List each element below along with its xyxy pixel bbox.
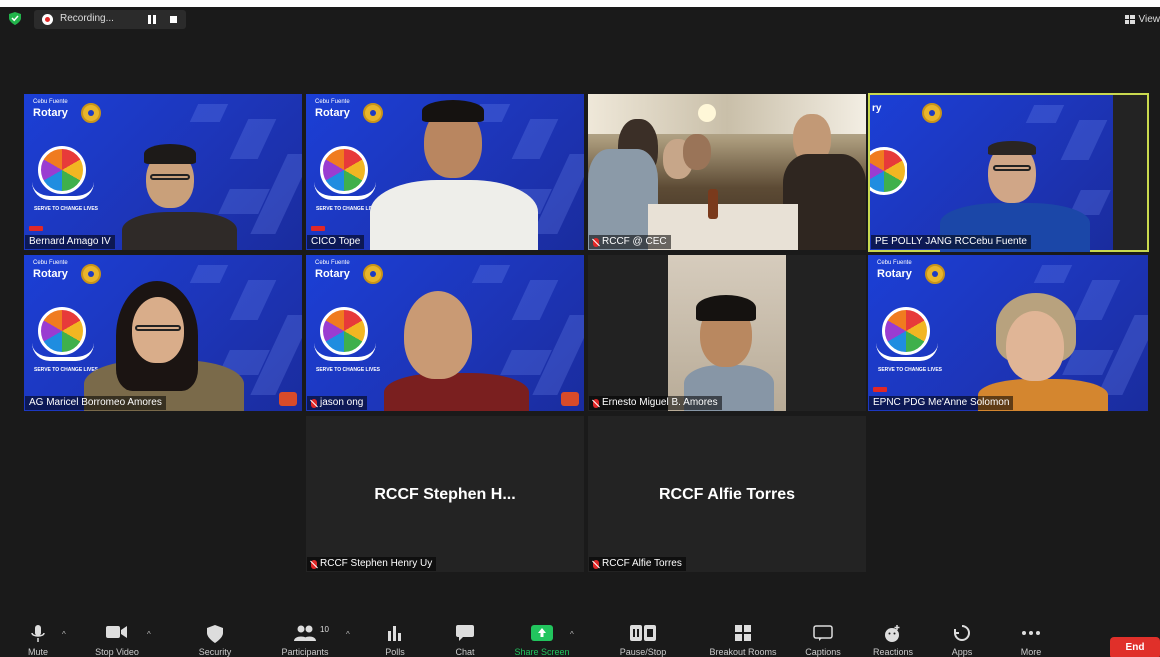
muted-mic-icon xyxy=(593,398,599,408)
security-button[interactable]: Security xyxy=(180,615,250,657)
hand-icon xyxy=(876,343,938,361)
rotary-wheel-icon xyxy=(363,264,383,284)
video-tile[interactable]: RCCF @ CEC xyxy=(588,94,866,250)
polls-button[interactable]: Polls xyxy=(360,615,430,657)
more-dots-icon xyxy=(1022,631,1040,635)
participant-display-name: RCCF Alfie Torres xyxy=(658,486,795,503)
slogan-text: SERVE TO CHANGE LIVES xyxy=(34,367,98,373)
participant-name-tag: RCCF @ CEC xyxy=(589,235,671,249)
share-screen-icon xyxy=(531,625,553,641)
participant-name-tag: CICO Tope xyxy=(307,235,365,249)
recording-indicator: Recording... xyxy=(34,10,186,29)
participants-icon xyxy=(294,625,316,641)
hand-icon xyxy=(32,182,94,200)
video-tile[interactable]: Cebu Fuente Rotary SERVE TO CHANGE LIVES… xyxy=(24,94,302,250)
muted-mic-icon xyxy=(593,237,599,247)
view-label: View xyxy=(1138,13,1160,25)
participants-options-caret[interactable]: ^ xyxy=(346,630,350,639)
brand-badge xyxy=(279,392,297,406)
captions-icon xyxy=(813,625,833,641)
participant-name-tag: Ernesto Miguel B. Amores xyxy=(589,396,722,410)
rotary-logo: Cebu Fuente Rotary xyxy=(315,99,383,129)
top-bar: Recording... View xyxy=(0,7,1160,31)
more-button[interactable]: More xyxy=(996,615,1066,657)
rotary-wheel-icon xyxy=(81,103,101,123)
video-tile-active-speaker[interactable]: ry PE POLLY JANG RCCebu Fuente xyxy=(868,93,1149,252)
grid-view-icon xyxy=(1124,14,1135,24)
video-tile[interactable]: Cebu Fuente Rotary SERVE TO CHANGE LIVES… xyxy=(24,255,302,411)
pause-recording-icon[interactable] xyxy=(147,15,157,24)
participant-name-tag: RCCF Stephen Henry Uy xyxy=(307,557,437,571)
video-tile[interactable]: Cebu Fuente Rotary SERVE TO CHANGE LIVES… xyxy=(306,255,584,411)
share-options-caret[interactable]: ^ xyxy=(570,630,574,639)
chat-button[interactable]: Chat xyxy=(430,615,500,657)
rotary-logo: Cebu Fuente Rotary xyxy=(33,99,101,129)
globe-icon xyxy=(870,147,907,195)
chat-bubble-icon xyxy=(456,625,474,641)
host-badge xyxy=(873,387,887,392)
participants-button[interactable]: 10 Participants xyxy=(270,615,340,657)
rotary-wheel-icon xyxy=(81,264,101,284)
zoom-meeting-window: Recording... View Cebu Fuente Rotary SER… xyxy=(0,7,1160,657)
participant-video xyxy=(668,255,786,411)
participant-display-name: RCCF Stephen H... xyxy=(374,486,516,503)
mute-options-caret[interactable]: ^ xyxy=(62,630,66,639)
brand-badge xyxy=(561,392,579,406)
participant-name-tag: AG Maricel Borromeo Amores xyxy=(25,396,166,410)
muted-mic-icon xyxy=(311,559,317,569)
polls-icon xyxy=(388,626,401,641)
slogan-text: SERVE TO CHANGE LIVES xyxy=(316,367,380,373)
view-button[interactable]: View xyxy=(1124,10,1160,28)
slogan-text: SERVE TO CHANGE LIVES xyxy=(878,367,942,373)
participant-name-tag: jason ong xyxy=(307,396,368,410)
recording-dot-icon xyxy=(42,14,53,25)
breakout-rooms-button[interactable]: Breakout Rooms xyxy=(708,615,778,657)
meeting-toolbar: Mute ^ Stop Video ^ Security 10 Particip… xyxy=(0,615,1160,657)
share-screen-button[interactable]: Share Screen xyxy=(507,615,577,657)
slogan-text: SERVE TO CHANGE LIVES xyxy=(34,206,98,212)
muted-mic-icon xyxy=(311,398,317,408)
rotary-logo: Cebu Fuente Rotary xyxy=(33,260,101,290)
participants-count: 10 xyxy=(320,625,329,634)
hand-icon xyxy=(314,182,376,200)
participant-name-tag: PE POLLY JANG RCCebu Fuente xyxy=(871,235,1031,249)
video-tile[interactable]: Ernesto Miguel B. Amores xyxy=(588,255,866,411)
rotary-wheel-icon xyxy=(925,264,945,284)
rotary-wheel-icon xyxy=(922,103,942,123)
video-tile-no-video[interactable]: RCCF Alfie Torres RCCF Alfie Torres xyxy=(588,416,866,572)
host-badge xyxy=(311,226,325,231)
recording-label: Recording... xyxy=(60,13,114,24)
security-shield-icon[interactable] xyxy=(9,12,21,25)
captions-button[interactable]: Captions xyxy=(788,615,858,657)
hand-icon xyxy=(314,343,376,361)
video-tile-no-video[interactable]: RCCF Stephen H... RCCF Stephen Henry Uy xyxy=(306,416,584,572)
rotary-logo: Cebu Fuente Rotary xyxy=(315,260,383,290)
video-camera-icon xyxy=(106,626,127,638)
participant-name-tag: Bernard Amago IV xyxy=(25,235,115,249)
microphone-icon xyxy=(31,625,45,642)
rotary-wheel-icon xyxy=(363,103,383,123)
video-options-caret[interactable]: ^ xyxy=(147,630,151,639)
breakout-rooms-icon xyxy=(735,625,751,641)
video-tile[interactable]: Cebu Fuente Rotary SERVE TO CHANGE LIVES… xyxy=(868,255,1148,411)
hand-icon xyxy=(32,343,94,361)
end-meeting-button[interactable]: End xyxy=(1110,637,1160,657)
video-tile[interactable]: Cebu Fuente Rotary SERVE TO CHANGE LIVES… xyxy=(306,94,584,250)
apps-button[interactable]: Apps xyxy=(927,615,997,657)
host-badge xyxy=(29,226,43,231)
pause-stop-recording-icon xyxy=(630,625,656,641)
participant-name-tag: EPNC PDG Me'Anne Solomon xyxy=(869,396,1014,410)
muted-mic-icon xyxy=(593,559,599,569)
stop-recording-icon[interactable] xyxy=(170,16,177,23)
apps-icon xyxy=(954,625,970,641)
stop-video-button[interactable]: Stop Video xyxy=(82,615,152,657)
rotary-logo: Cebu Fuente Rotary xyxy=(877,260,945,290)
shield-icon xyxy=(207,625,223,643)
participant-name-tag: RCCF Alfie Torres xyxy=(589,557,686,571)
reactions-button[interactable]: Reactions xyxy=(858,615,928,657)
pause-stop-recording-button[interactable]: Pause/Stop Recording xyxy=(607,615,679,657)
reactions-icon xyxy=(885,625,900,642)
